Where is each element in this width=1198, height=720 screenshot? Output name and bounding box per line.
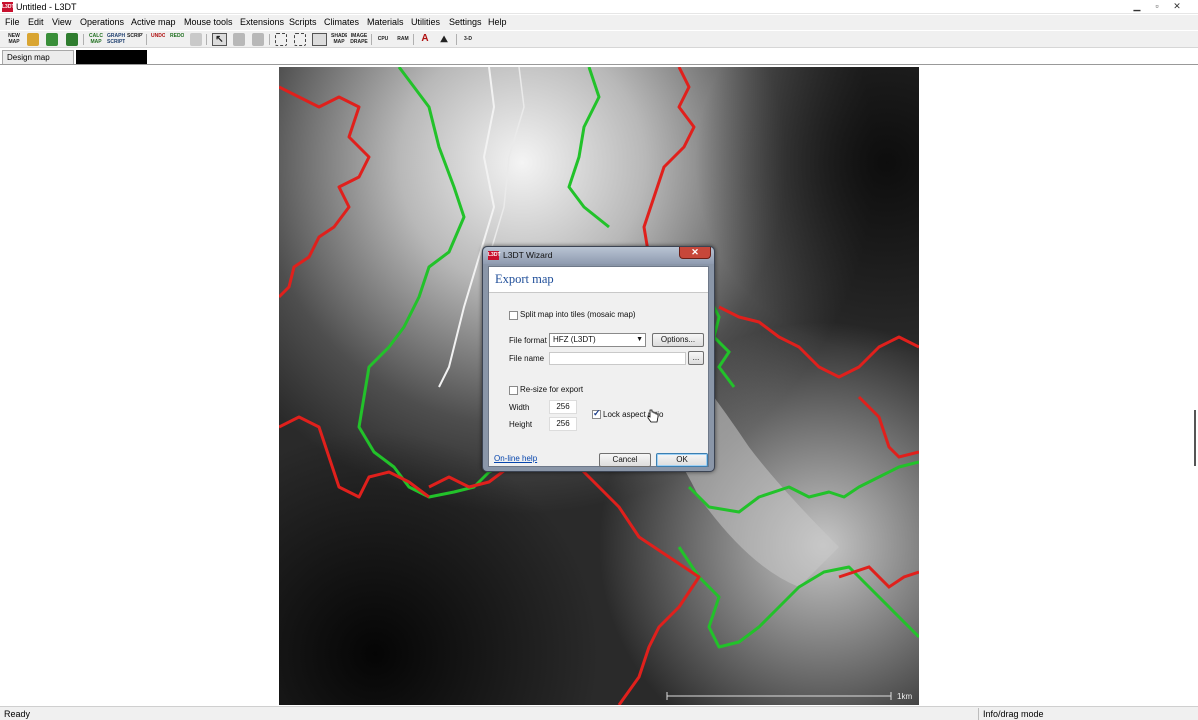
title-bar: L3DT Untitled - L3DT ▁ ▫ ✕ xyxy=(0,0,1198,14)
status-mode-text: Info/drag mode xyxy=(983,709,1044,719)
split-tiles-checkbox[interactable] xyxy=(509,311,518,320)
close-button[interactable]: ✕ xyxy=(1168,0,1186,12)
save-icon[interactable] xyxy=(46,33,58,46)
app-icon: L3DT xyxy=(2,2,15,12)
toolbar-separator xyxy=(83,34,84,45)
terrain-icon[interactable]: ⛰ xyxy=(437,33,451,46)
minimize-button[interactable]: ▁ xyxy=(1128,0,1146,12)
file-format-value: HFZ (L3DT) xyxy=(553,335,596,344)
menu-file[interactable]: File xyxy=(5,17,20,28)
dialog-close-button[interactable]: ✕ xyxy=(679,247,711,259)
file-format-label: File format xyxy=(509,336,547,345)
status-divider xyxy=(978,708,979,720)
width-input[interactable]: 256 xyxy=(549,400,577,414)
height-input[interactable]: 256 xyxy=(549,417,577,431)
toolbar-separator xyxy=(206,34,207,45)
dialog-title-bar[interactable]: L3DT L3DT Wizard ✕ xyxy=(483,247,714,264)
select-area-icon[interactable] xyxy=(275,33,287,46)
undo-button[interactable]: UNDO xyxy=(151,33,165,46)
height-label: Height xyxy=(509,420,533,429)
ruler-tool-icon[interactable] xyxy=(252,33,264,46)
menu-materials[interactable]: Materials xyxy=(367,17,404,28)
export-icon[interactable] xyxy=(66,33,78,46)
file-format-select[interactable]: HFZ (L3DT) ▼ xyxy=(549,333,646,347)
tab-design-map[interactable]: Design map xyxy=(2,50,74,64)
toolbar-separator xyxy=(371,34,372,45)
menu-mouse-tools[interactable]: Mouse tools xyxy=(184,17,233,28)
status-text: Ready xyxy=(4,709,31,719)
erosion-icon[interactable]: A xyxy=(419,33,431,46)
resize-label: Re-size for export xyxy=(520,385,584,394)
resize-checkbox[interactable] xyxy=(509,386,518,395)
options-button[interactable]: Options... xyxy=(652,333,704,347)
scale-label: 1km xyxy=(897,692,913,701)
menu-utilities[interactable]: Utilities xyxy=(411,17,440,28)
toolbar-separator xyxy=(413,34,414,45)
maximize-button[interactable]: ▫ xyxy=(1148,0,1166,12)
graph-script-button[interactable]: GRAPH SCRIPT xyxy=(107,33,125,46)
hand-cursor-icon xyxy=(647,409,659,423)
window-title: Untitled - L3DT xyxy=(16,2,77,12)
menu-edit[interactable]: Edit xyxy=(28,17,44,28)
shade-map-button[interactable]: SHADE MAP xyxy=(331,33,347,46)
redo-button[interactable]: REDO xyxy=(170,33,184,46)
toolbar-separator xyxy=(456,34,457,45)
pointer-tool-icon[interactable]: ↖ xyxy=(212,33,227,46)
menu-active-map[interactable]: Active map xyxy=(131,17,176,28)
menu-scripts[interactable]: Scripts xyxy=(289,17,317,28)
ram-button[interactable]: RAM xyxy=(396,33,410,46)
toolbar-separator xyxy=(269,34,270,45)
width-label: Width xyxy=(509,403,530,412)
image-drape-button[interactable]: IMAGE DRAPE xyxy=(350,33,368,46)
3d-view-button[interactable]: 3-D xyxy=(461,33,475,46)
cpu-button[interactable]: CPU xyxy=(376,33,390,46)
chevron-down-icon: ▼ xyxy=(636,336,643,343)
menu-operations[interactable]: Operations xyxy=(80,17,124,28)
dialog-title: L3DT Wizard xyxy=(503,250,553,260)
app-icon: L3DT xyxy=(488,251,501,260)
export-map-dialog: L3DT L3DT Wizard ✕ Export map Split map … xyxy=(482,246,715,472)
dialog-heading: Export map xyxy=(495,272,554,286)
toolbar: NEW MAP CALC MAP GRAPH SCRIPT SCRIPT UND… xyxy=(0,31,1198,48)
file-name-label: File name xyxy=(509,354,545,363)
calc-map-button[interactable]: CALC MAP xyxy=(88,33,104,46)
menu-help[interactable]: Help xyxy=(488,17,507,28)
menu-settings[interactable]: Settings xyxy=(449,17,482,28)
zoom-extent-icon[interactable] xyxy=(312,33,327,46)
ok-button[interactable]: OK xyxy=(656,453,708,467)
menu-bar: File Edit View Operations Active map Mou… xyxy=(0,15,1198,30)
open-folder-icon[interactable] xyxy=(27,33,39,46)
file-name-input[interactable] xyxy=(549,352,686,365)
select-region-icon[interactable] xyxy=(294,33,306,46)
new-map-button[interactable]: NEW MAP xyxy=(6,33,22,46)
dialog-header: Export map xyxy=(489,267,708,293)
script-button[interactable]: SCRIPT xyxy=(127,33,143,46)
scroll-indicator[interactable] xyxy=(1194,410,1196,466)
menu-climates[interactable]: Climates xyxy=(324,17,359,28)
menu-extensions[interactable]: Extensions xyxy=(240,17,284,28)
dialog-body: Export map Split map into tiles (mosaic … xyxy=(488,266,709,467)
tab-bar: Design map xyxy=(0,49,1198,65)
stop-icon[interactable] xyxy=(190,33,202,46)
menu-view[interactable]: View xyxy=(52,17,71,28)
status-bar: Ready Info/drag mode xyxy=(0,706,1198,720)
lock-aspect-checkbox[interactable] xyxy=(592,408,601,419)
cancel-button[interactable]: Cancel xyxy=(599,453,651,467)
browse-button[interactable]: ... xyxy=(688,351,704,365)
toolbar-separator xyxy=(146,34,147,45)
online-help-link[interactable]: On-line help xyxy=(494,454,537,463)
edit-tool-icon[interactable] xyxy=(233,33,245,46)
split-tiles-label: Split map into tiles (mosaic map) xyxy=(520,310,636,319)
tab-unlabeled[interactable] xyxy=(76,50,147,64)
